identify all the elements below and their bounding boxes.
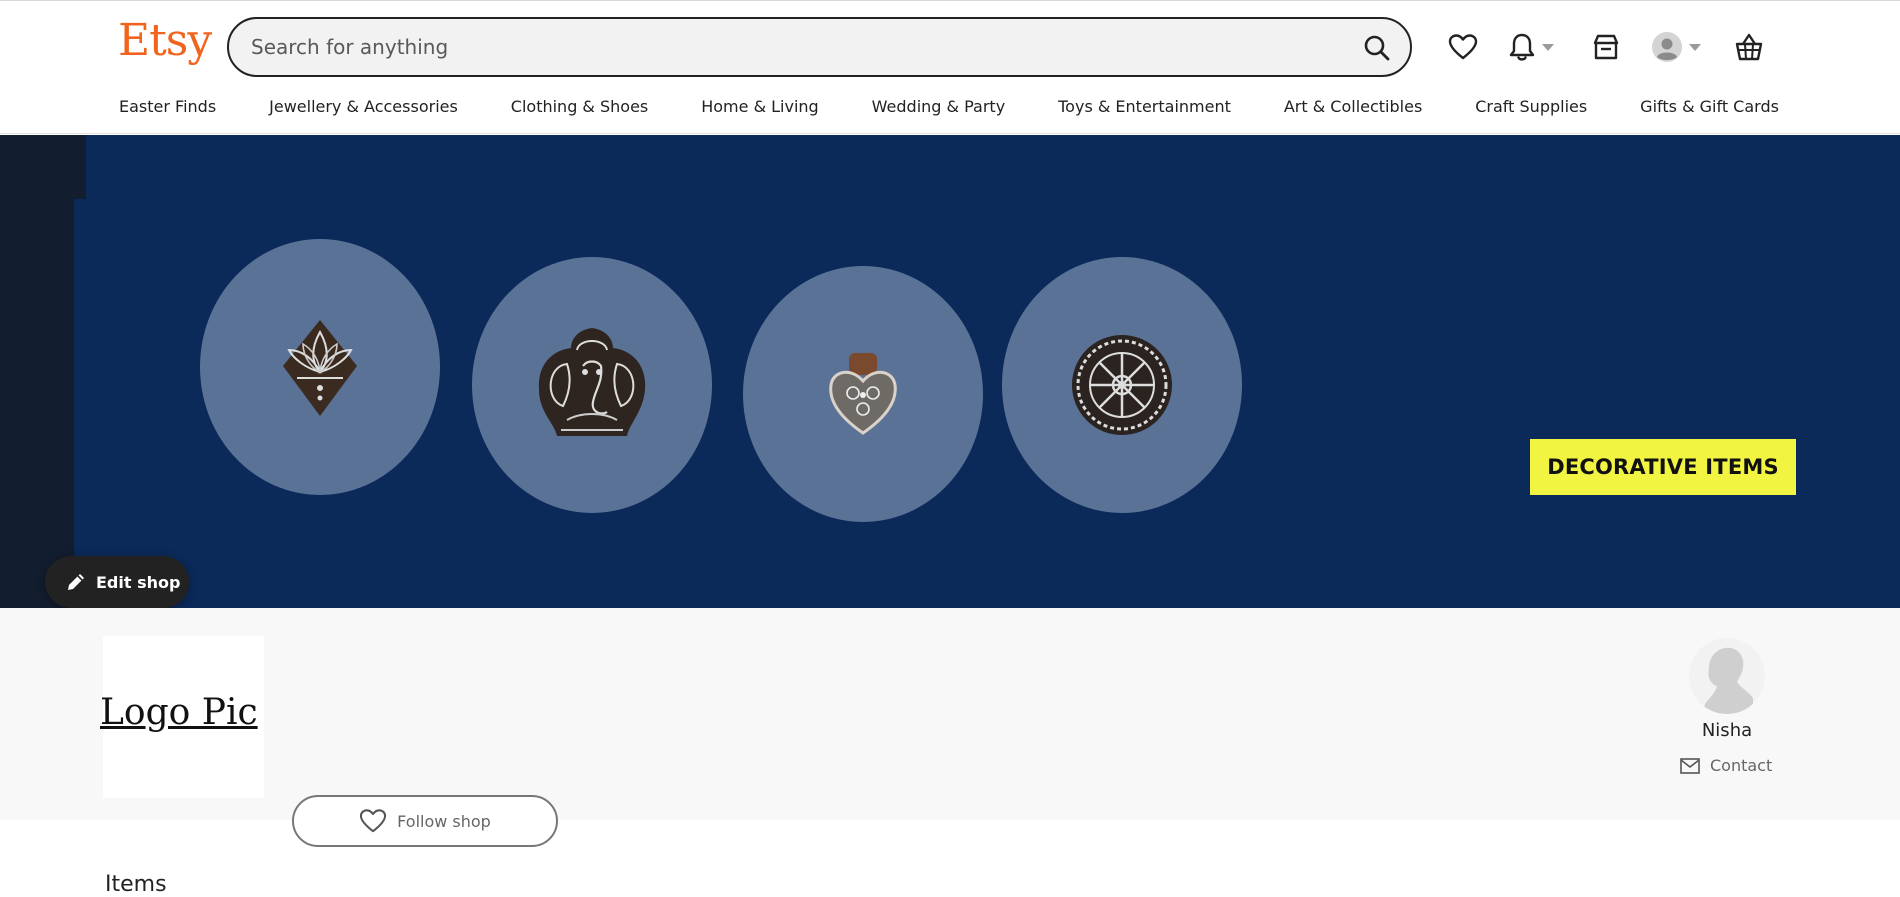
banner-item-lotus xyxy=(200,239,440,495)
edit-shop-label: Edit shop xyxy=(96,572,181,592)
items-heading: Items xyxy=(105,872,167,897)
nav-toys-entertainment[interactable]: Toys & Entertainment xyxy=(1058,97,1231,121)
shop-manager-button[interactable] xyxy=(1591,27,1621,67)
edit-shop-button[interactable]: Edit shop xyxy=(45,556,189,608)
banner-label: DECORATIVE ITEMS xyxy=(1530,439,1796,495)
envelope-icon xyxy=(1680,757,1700,774)
heart-stamp-icon xyxy=(829,353,897,435)
nav-gifts-gift-cards[interactable]: Gifts & Gift Cards xyxy=(1640,97,1779,121)
bell-icon xyxy=(1509,33,1535,61)
account-icon xyxy=(1652,32,1682,62)
mandala-stamp-icon xyxy=(1072,335,1172,435)
cart-button[interactable] xyxy=(1734,27,1764,67)
nav-jewellery-accessories[interactable]: Jewellery & Accessories xyxy=(269,97,458,121)
notifications-button[interactable] xyxy=(1508,27,1554,67)
shop-manager-icon xyxy=(1593,34,1619,60)
chevron-down-icon xyxy=(1542,43,1554,51)
owner-avatar[interactable] xyxy=(1689,638,1765,714)
heart-icon xyxy=(1448,34,1478,60)
nav-craft-supplies[interactable]: Craft Supplies xyxy=(1475,97,1587,121)
chevron-down-icon xyxy=(1689,43,1701,51)
heart-icon xyxy=(360,809,387,833)
owner-name[interactable]: Nisha xyxy=(1660,720,1794,741)
basket-icon xyxy=(1735,33,1763,61)
nav-clothing-shoes[interactable]: Clothing & Shoes xyxy=(511,97,648,121)
person-silhouette-icon xyxy=(1703,647,1753,714)
account-button[interactable] xyxy=(1651,27,1701,67)
search-input[interactable] xyxy=(251,33,1331,61)
pencil-icon xyxy=(68,574,84,590)
etsy-logo[interactable]: Etsy xyxy=(118,15,212,66)
banner-item-mandala xyxy=(1002,257,1242,513)
favorites-button[interactable] xyxy=(1448,27,1478,67)
nav-art-collectibles[interactable]: Art & Collectibles xyxy=(1284,97,1422,121)
banner-item-ganesha xyxy=(472,257,712,513)
nav-wedding-party[interactable]: Wedding & Party xyxy=(872,97,1005,121)
banner-item-heart xyxy=(743,266,983,522)
follow-shop-label: Follow shop xyxy=(397,811,491,831)
category-nav: Easter Finds Jewellery & Accessories Clo… xyxy=(119,97,1779,121)
follow-shop-button[interactable]: Follow shop xyxy=(292,795,558,847)
shop-owner: Nisha Contact xyxy=(1660,638,1790,778)
shop-logo: Logo Pic xyxy=(100,636,264,798)
nav-easter-finds[interactable]: Easter Finds xyxy=(119,97,216,121)
shop-banner: DECORATIVE ITEMS xyxy=(0,135,1900,608)
site-header: Etsy Search for anything Easter Finds Je… xyxy=(0,0,1900,134)
banner-edge xyxy=(74,199,86,608)
contact-button[interactable]: Contact xyxy=(1680,756,1772,775)
ganesha-stamp-icon xyxy=(538,328,646,436)
shop-info-panel: Logo Pic xyxy=(0,608,1900,820)
nav-home-living[interactable]: Home & Living xyxy=(701,97,818,121)
lotus-stamp-icon xyxy=(283,320,357,416)
shop-logo-alt-text[interactable]: Logo Pic xyxy=(100,692,258,733)
contact-label: Contact xyxy=(1710,756,1773,775)
search-bar xyxy=(227,17,1412,77)
search-button[interactable] xyxy=(1358,29,1396,67)
search-icon xyxy=(1364,35,1390,61)
